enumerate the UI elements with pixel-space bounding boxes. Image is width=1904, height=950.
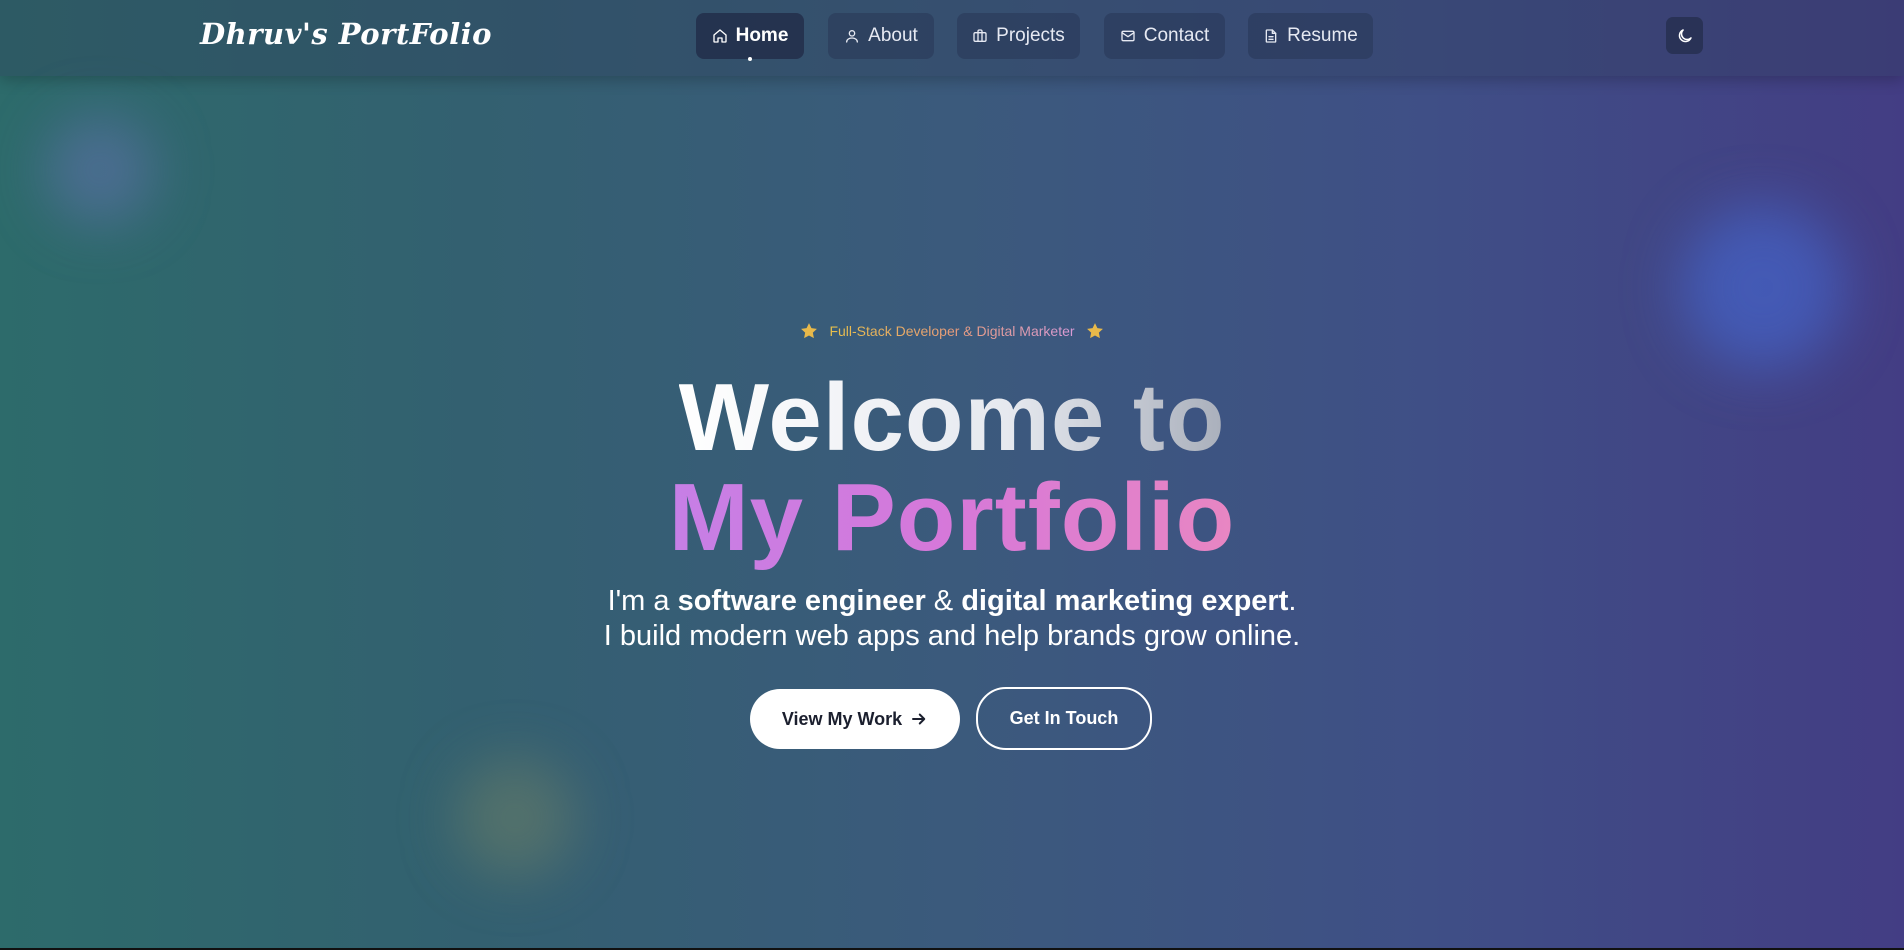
get-in-touch-label: Get In Touch bbox=[1009, 708, 1119, 728]
nav-projects[interactable]: Projects bbox=[957, 13, 1080, 59]
briefcase-icon bbox=[973, 29, 987, 42]
headline-line-2: My Portfolio bbox=[0, 463, 1904, 573]
headline-line-1: Welcome to bbox=[0, 368, 1904, 468]
get-in-touch-button[interactable]: Get In Touch bbox=[976, 687, 1152, 750]
intro-suffix: . bbox=[1288, 585, 1297, 617]
tagline-text: Full-Stack Developer & Digital Marketer bbox=[829, 323, 1075, 339]
intro-prefix: I'm a bbox=[607, 585, 678, 617]
nav-home[interactable]: Home bbox=[696, 13, 804, 59]
site-logo[interactable]: Dhruv's PortFolio bbox=[200, 17, 492, 51]
nav-about-label: About bbox=[868, 25, 918, 46]
arrow-right-icon bbox=[912, 713, 926, 725]
nav-resume[interactable]: Resume bbox=[1248, 13, 1373, 59]
nav-contact[interactable]: Contact bbox=[1104, 13, 1225, 59]
star-icon bbox=[1086, 323, 1103, 339]
mail-icon bbox=[1121, 30, 1135, 42]
hero-intro: I'm a software engineer & digital market… bbox=[0, 583, 1904, 619]
hero-tagline: Full-Stack Developer & Digital Marketer bbox=[0, 321, 1904, 341]
nav-home-label: Home bbox=[735, 25, 789, 46]
nav-contact-label: Contact bbox=[1143, 25, 1210, 46]
home-icon bbox=[712, 29, 727, 43]
background-glow-top-left bbox=[45, 115, 155, 225]
moon-icon bbox=[1678, 28, 1692, 42]
intro-role-1: software engineer bbox=[677, 585, 926, 617]
intro-role-2: digital marketing expert bbox=[961, 585, 1289, 617]
nav-about[interactable]: About bbox=[828, 13, 934, 59]
theme-toggle-button[interactable] bbox=[1666, 17, 1703, 54]
view-my-work-label: View My Work bbox=[781, 708, 903, 729]
star-icon bbox=[801, 323, 818, 339]
active-indicator bbox=[748, 57, 752, 61]
view-my-work-button[interactable]: View My Work bbox=[750, 689, 960, 749]
hero-subline: I build modern web apps and help brands … bbox=[603, 620, 1301, 652]
intro-joiner: & bbox=[925, 585, 962, 617]
nav-projects-label: Projects bbox=[996, 25, 1065, 46]
background-glow-bottom-left bbox=[455, 758, 575, 878]
headline-line-1-text: Welcome to bbox=[678, 364, 1226, 471]
nav-resume-label: Resume bbox=[1287, 25, 1358, 46]
headline-line-2-text: My Portfolio bbox=[668, 464, 1236, 571]
background-glow-right bbox=[1680, 205, 1845, 370]
navbar: Dhruv's PortFolio Home About Projects Co… bbox=[0, 0, 1904, 76]
document-icon bbox=[1265, 29, 1277, 43]
user-icon bbox=[846, 30, 859, 43]
